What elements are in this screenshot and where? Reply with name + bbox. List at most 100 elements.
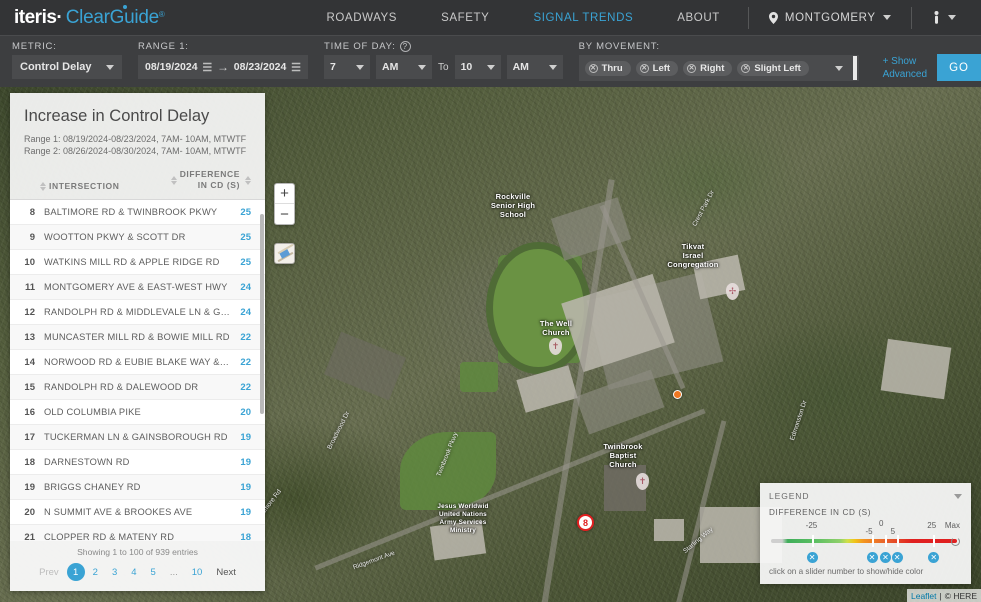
to-label: To	[438, 61, 449, 73]
pagination-page-10[interactable]: 10	[186, 565, 209, 580]
reset-icon[interactable]	[951, 537, 960, 546]
metric-value: Control Delay	[20, 61, 92, 73]
row-intersection-name: OLD COLUMBIA PIKE	[44, 407, 141, 417]
column-header-intersection[interactable]: INTERSECTION	[24, 181, 171, 191]
legend-panel: LEGEND DIFFERENCE IN CD (S) Max -25 -5 0 5 2…	[760, 483, 971, 584]
column-header-difference[interactable]: DIFFERENCE IN CD (S)	[170, 169, 251, 191]
legend-hide-color-button-4[interactable]: ✕	[928, 552, 940, 563]
intersection-list: 8 BALTIMORE RD & TWINBROOK PKWY 25 9 WOOTTON…	[10, 200, 265, 541]
list-scrollbar[interactable]	[260, 214, 264, 414]
range1-end-date[interactable]: 08/23/2024	[234, 61, 287, 73]
remove-icon[interactable]: ✕	[687, 63, 697, 73]
range1-start-date[interactable]: 08/19/2024	[145, 61, 198, 73]
legend-hide-color-button-0[interactable]: ✕	[806, 552, 818, 563]
chevron-down-icon	[486, 64, 495, 70]
legend-gradient-bar[interactable]	[771, 539, 957, 543]
from-ampm-select[interactable]: AM	[376, 55, 432, 79]
sort-icon[interactable]	[170, 175, 177, 185]
nav-link-signal-trends[interactable]: SIGNAL TRENDS	[511, 12, 655, 24]
pagination-page-1[interactable]: 1	[66, 563, 85, 581]
pagination-next[interactable]: Next	[210, 565, 242, 580]
row-intersection-name: MUNCASTER MILL RD & BOWIE MILL RD	[44, 332, 230, 342]
movement-scrollbar[interactable]	[852, 56, 857, 80]
legend-hide-color-button-3[interactable]: ✕	[891, 552, 903, 563]
legend-tick-0[interactable]: 0	[879, 519, 883, 528]
movement-chip-slight-left[interactable]: ✕ Slight Left	[737, 60, 809, 76]
row-difference-value: 24	[240, 306, 251, 318]
movement-chip-thru[interactable]: ✕ Thru	[584, 60, 631, 76]
time-of-day-label: TIME OF DAY: ?	[324, 41, 563, 52]
chevron-down-icon[interactable]	[954, 493, 962, 499]
table-row[interactable]: 18 DARNESTOWN RD 19	[10, 450, 265, 475]
legend-tick--25[interactable]: -25	[806, 521, 818, 530]
pagination-page-4[interactable]: 4	[125, 565, 142, 580]
help-icon[interactable]: ?	[399, 41, 411, 52]
row-rank: 13	[24, 331, 35, 343]
table-row[interactable]: 20 N SUMMIT AVE & BROOKES AVE 19	[10, 500, 265, 525]
to-hour-value: 10	[460, 61, 473, 73]
show-advanced-link[interactable]: + Show Advanced	[883, 55, 927, 81]
intersection-list-scroll[interactable]: 8 BALTIMORE RD & TWINBROOK PKWY 25 9 WOOTTON…	[10, 200, 265, 541]
table-row[interactable]: 14 NORWOOD RD & EUBIE BLAKE WAY & A... 22	[10, 350, 265, 375]
legend-hide-color-button-1[interactable]: ✕	[866, 552, 878, 563]
to-ampm-select[interactable]: AM	[506, 55, 563, 79]
legend-tick-25[interactable]: 25	[927, 521, 936, 530]
region-selector[interactable]: MONTGOMERY	[755, 11, 905, 24]
sort-icon-2[interactable]	[245, 175, 251, 185]
to-hour-select[interactable]: 10	[454, 55, 501, 79]
nav-link-safety[interactable]: SAFETY	[419, 12, 511, 24]
table-row[interactable]: 10 WATKINS MILL RD & APPLE RIDGE RD 25	[10, 250, 265, 275]
metric-select[interactable]: Control Delay	[12, 55, 122, 79]
chevron-down-icon[interactable]	[834, 65, 843, 71]
table-row[interactable]: 8 BALTIMORE RD & TWINBROOK PKWY 25	[10, 200, 265, 225]
remove-icon[interactable]: ✕	[639, 63, 649, 73]
legend-tick-5[interactable]: 5	[891, 527, 895, 536]
row-difference-value: 19	[240, 506, 251, 518]
table-row[interactable]: 15 RANDOLPH RD & DALEWOOD DR 22	[10, 375, 265, 400]
nav-link-roadways[interactable]: ROADWAYS	[304, 12, 419, 24]
map-zoom-controls: + −	[274, 183, 295, 225]
table-row[interactable]: 17 TUCKERMAN LN & GAINSBOROUGH RD 19	[10, 425, 265, 450]
pagination-ellipsis[interactable]: ...	[164, 565, 184, 580]
from-hour-select[interactable]: 7	[324, 55, 370, 79]
table-row[interactable]: 11 MONTGOMERY AVE & EAST-WEST HWY 24	[10, 275, 265, 300]
remove-icon[interactable]: ✕	[741, 63, 751, 73]
chevron-down-icon	[418, 64, 426, 70]
row-intersection-name: WOOTTON PKWY & SCOTT DR	[44, 232, 186, 242]
map-marker-8[interactable]: 8	[577, 514, 594, 531]
row-difference-value: 18	[240, 531, 251, 542]
by-movement-multiselect[interactable]: ✕ Thru ✕ Left ✕ Right ✕ Slight Left	[578, 55, 859, 81]
map-marker-dot[interactable]	[673, 390, 682, 399]
user-menu[interactable]	[918, 11, 970, 24]
legend-title: LEGEND	[769, 491, 810, 501]
sort-icon[interactable]	[40, 181, 46, 191]
brand-logo[interactable]: iteris · ClearGuide®	[14, 4, 165, 29]
table-row[interactable]: 19 BRIGGS CHANEY RD 19	[10, 475, 265, 500]
movement-chip-right[interactable]: ✕ Right	[683, 60, 733, 76]
zoom-in-button[interactable]: +	[275, 184, 294, 204]
pagination-page-5[interactable]: 5	[145, 565, 162, 580]
main-nav-links: ROADWAYS SAFETY SIGNAL TRENDS ABOUT	[304, 12, 741, 24]
pagination-page-3[interactable]: 3	[106, 565, 123, 580]
go-button[interactable]: GO	[937, 54, 981, 81]
legend-hide-color-button-2[interactable]: ✕	[880, 552, 891, 563]
calendar-icon[interactable]: ☰	[202, 61, 212, 74]
nav-link-about[interactable]: ABOUT	[655, 12, 742, 24]
movement-chip-left[interactable]: ✕ Left	[635, 60, 679, 76]
chevron-down-icon	[947, 15, 956, 20]
calendar-icon[interactable]: ☰	[291, 61, 301, 74]
pagination-page-2[interactable]: 2	[87, 565, 104, 580]
zoom-out-button[interactable]: −	[275, 204, 294, 224]
table-row[interactable]: 12 RANDOLPH RD & MIDDLEVALE LN & GA... 24	[10, 300, 265, 325]
chevron-down-icon	[882, 15, 891, 20]
table-row[interactable]: 9 WOOTTON PKWY & SCOTT DR 25	[10, 225, 265, 250]
table-row[interactable]: 21 CLOPPER RD & MATENY RD 18	[10, 525, 265, 541]
remove-icon[interactable]: ✕	[588, 63, 598, 73]
table-row[interactable]: 13 MUNCASTER MILL RD & BOWIE MILL RD 22	[10, 325, 265, 350]
row-difference-value: 25	[240, 206, 251, 218]
metric-label: METRIC:	[12, 41, 57, 52]
table-row[interactable]: 16 OLD COLUMBIA PIKE 20	[10, 400, 265, 425]
range1-datepicker[interactable]: 08/19/2024 ☰ → 08/23/2024 ☰	[138, 55, 308, 79]
leaflet-link[interactable]: Leaflet	[911, 591, 937, 601]
map-layers-button[interactable]	[274, 243, 295, 264]
